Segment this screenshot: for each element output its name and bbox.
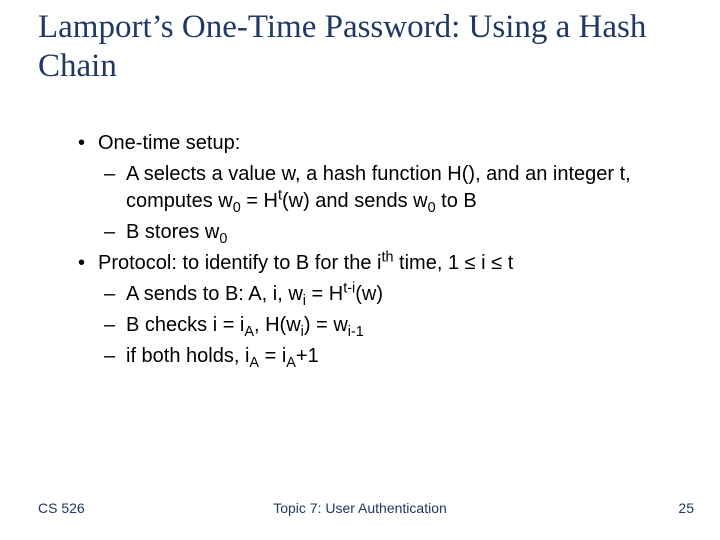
- text: i: [476, 252, 492, 274]
- text: t: [502, 252, 513, 274]
- bullet-setup: One-time setup:: [70, 130, 660, 157]
- sup: t-i: [343, 280, 355, 296]
- slide-title: Lamport’s One-Time Password: Using a Has…: [38, 8, 678, 86]
- text: A sends to B: A, i, w: [126, 283, 303, 305]
- text: if both holds, i: [126, 345, 249, 367]
- text: = i: [259, 345, 286, 367]
- footer-page-number: 25: [678, 500, 694, 516]
- text: to B: [436, 190, 477, 212]
- text: = H: [306, 283, 343, 305]
- text: (w) and sends w: [282, 190, 428, 212]
- sub: i-1: [348, 324, 364, 340]
- sub: 0: [233, 200, 241, 216]
- sub: A: [249, 355, 259, 371]
- leq-icon: ≤: [465, 252, 476, 274]
- bullet-protocol: Protocol: to identify to B for the ith t…: [70, 250, 660, 277]
- footer-topic: Topic 7: User Authentication: [0, 500, 720, 516]
- leq-icon: ≤: [491, 252, 502, 274]
- bullet-setup-b: B stores w0: [70, 219, 660, 246]
- slide: Lamport’s One-Time Password: Using a Has…: [0, 0, 720, 540]
- bullet-protocol-a: A sends to B: A, i, wi = Ht-i(w): [70, 281, 660, 308]
- sub: A: [244, 324, 254, 340]
- sub: 0: [428, 200, 436, 216]
- bullet-protocol-b: B checks i = iA, H(wi) = wi-1: [70, 312, 660, 339]
- slide-body: One-time setup: A selects a value w, a h…: [70, 130, 660, 374]
- sup: th: [381, 249, 393, 265]
- sub: A: [286, 355, 296, 371]
- text: +1: [296, 345, 319, 367]
- bullet-setup-a: A selects a value w, a hash function H()…: [70, 161, 660, 215]
- text: ) = w: [304, 314, 348, 336]
- text: Protocol: to identify to B for the i: [98, 252, 381, 274]
- bullet-protocol-c: if both holds, iA = iA+1: [70, 343, 660, 370]
- sub: 0: [219, 231, 227, 247]
- text: (w): [355, 283, 383, 305]
- text: time, 1: [394, 252, 465, 274]
- text: , H(w: [254, 314, 301, 336]
- text: = H: [241, 190, 278, 212]
- text: B checks i = i: [126, 314, 244, 336]
- text: B stores w: [126, 221, 219, 243]
